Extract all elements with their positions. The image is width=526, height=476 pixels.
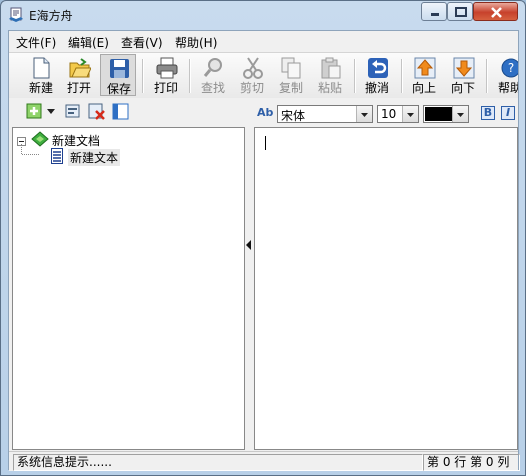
move-up-label: 向上 <box>411 81 436 95</box>
move-down-label: 向下 <box>450 81 475 95</box>
new-document-icon <box>33 57 50 79</box>
font-select[interactable]: 宋体 <box>277 105 373 123</box>
tree-node-child[interactable]: 新建文本 <box>68 149 121 166</box>
pane-splitter[interactable] <box>245 98 253 450</box>
main-toolbar: 新建 打开 保存 打印 查找 剪切 复制 粘贴 撤消 向上 向下 ? 帮 <box>9 52 518 99</box>
clipboard-paste-icon <box>321 57 341 79</box>
magnifier-icon <box>203 58 222 77</box>
menu-help[interactable]: 帮助(H) <box>175 33 217 52</box>
new-button[interactable]: 新建 <box>23 54 59 96</box>
properties-icon[interactable] <box>64 103 82 124</box>
undo-label: 撤消 <box>364 81 389 95</box>
size-dropdown-arrow[interactable] <box>402 106 418 122</box>
open-folder-icon <box>69 58 91 78</box>
tree-line <box>22 154 39 155</box>
find-label: 查找 <box>200 81 225 95</box>
paste-button[interactable]: 粘贴 <box>312 54 348 96</box>
tree-line <box>21 144 23 154</box>
floppy-save-icon <box>110 59 129 78</box>
save-label: 保存 <box>106 82 131 96</box>
toolbar-separator <box>486 59 488 93</box>
size-value: 10 <box>381 107 397 121</box>
app-icon <box>8 7 24 23</box>
text-editor[interactable] <box>254 127 518 450</box>
document-tree[interactable]: 新建文档 新建文本 <box>12 127 245 450</box>
close-icon <box>491 7 502 18</box>
arrow-up-icon <box>414 57 436 79</box>
italic-button[interactable]: I <box>501 106 515 120</box>
printer-icon <box>156 57 178 79</box>
copy-icon <box>281 57 301 79</box>
maximize-button[interactable] <box>447 2 473 21</box>
minimize-icon <box>431 13 439 16</box>
print-button[interactable]: 打印 <box>148 54 184 96</box>
text-caret <box>265 136 266 150</box>
status-bar: 系统信息提示...... 第 0 行 第 0 列 <box>9 451 520 471</box>
minimize-button[interactable] <box>421 2 447 21</box>
style-icon[interactable]: Ab <box>257 106 273 119</box>
arrow-down-icon <box>453 57 475 79</box>
status-message: 系统信息提示...... <box>13 454 423 471</box>
window-title: E海方舟 <box>29 9 73 23</box>
save-button[interactable]: 保存 <box>100 54 136 96</box>
help-button[interactable]: ? 帮助 <box>492 54 518 96</box>
title-bar: E海方舟 <box>1 1 525 29</box>
help-label: 帮助 <box>497 81 518 95</box>
add-node-icon[interactable] <box>26 103 44 124</box>
open-button[interactable]: 打开 <box>61 54 97 96</box>
color-dropdown-arrow[interactable] <box>452 106 468 122</box>
format-toolbar: Ab 宋体 10 B I <box>253 98 518 126</box>
font-dropdown-arrow[interactable] <box>356 106 372 122</box>
scissors-icon <box>243 57 263 79</box>
cursor-position: 第 0 行 第 0 列 <box>423 454 520 471</box>
move-down-button[interactable]: 向下 <box>445 54 481 96</box>
close-button[interactable] <box>473 2 518 21</box>
undo-button[interactable]: 撤消 <box>359 54 395 96</box>
delete-node-icon[interactable] <box>88 103 106 124</box>
text-document-icon <box>51 148 63 167</box>
open-label: 打开 <box>66 81 91 95</box>
font-value: 宋体 <box>281 109 306 123</box>
green-book-icon <box>31 131 49 150</box>
tree-toolbar <box>9 98 245 126</box>
copy-label: 复制 <box>278 81 303 95</box>
app-window: E海方舟 文件(F) 编辑(E) 查看(V) 帮助(H) 新建 打开 保存 打印… <box>0 0 526 476</box>
color-select[interactable] <box>423 105 469 123</box>
menu-edit[interactable]: 编辑(E) <box>68 33 109 52</box>
print-label: 打印 <box>153 81 178 95</box>
color-swatch <box>425 107 453 121</box>
cut-button[interactable]: 剪切 <box>234 54 270 96</box>
client-area: 文件(F) 编辑(E) 查看(V) 帮助(H) 新建 打开 保存 打印 查找 剪… <box>8 30 520 471</box>
help-icon: ? <box>501 58 518 78</box>
tree-node-root[interactable]: 新建文档 <box>52 132 100 149</box>
menu-bar: 文件(F) 编辑(E) 查看(V) 帮助(H) <box>9 31 518 51</box>
svg-text:?: ? <box>508 61 514 75</box>
undo-icon <box>368 58 388 78</box>
maximize-icon <box>455 7 467 17</box>
collapse-left-icon[interactable] <box>246 239 252 254</box>
size-select[interactable]: 10 <box>377 105 419 123</box>
find-button[interactable]: 查找 <box>195 54 231 96</box>
menu-view[interactable]: 查看(V) <box>121 33 163 52</box>
panel-layout-icon[interactable] <box>112 103 130 124</box>
paste-label: 粘贴 <box>317 81 342 95</box>
copy-button[interactable]: 复制 <box>273 54 309 96</box>
bold-button[interactable]: B <box>481 106 495 120</box>
menu-file[interactable]: 文件(F) <box>16 33 56 52</box>
move-up-button[interactable]: 向上 <box>406 54 442 96</box>
dropdown-arrow-icon[interactable] <box>46 105 56 120</box>
cut-label: 剪切 <box>239 81 264 95</box>
